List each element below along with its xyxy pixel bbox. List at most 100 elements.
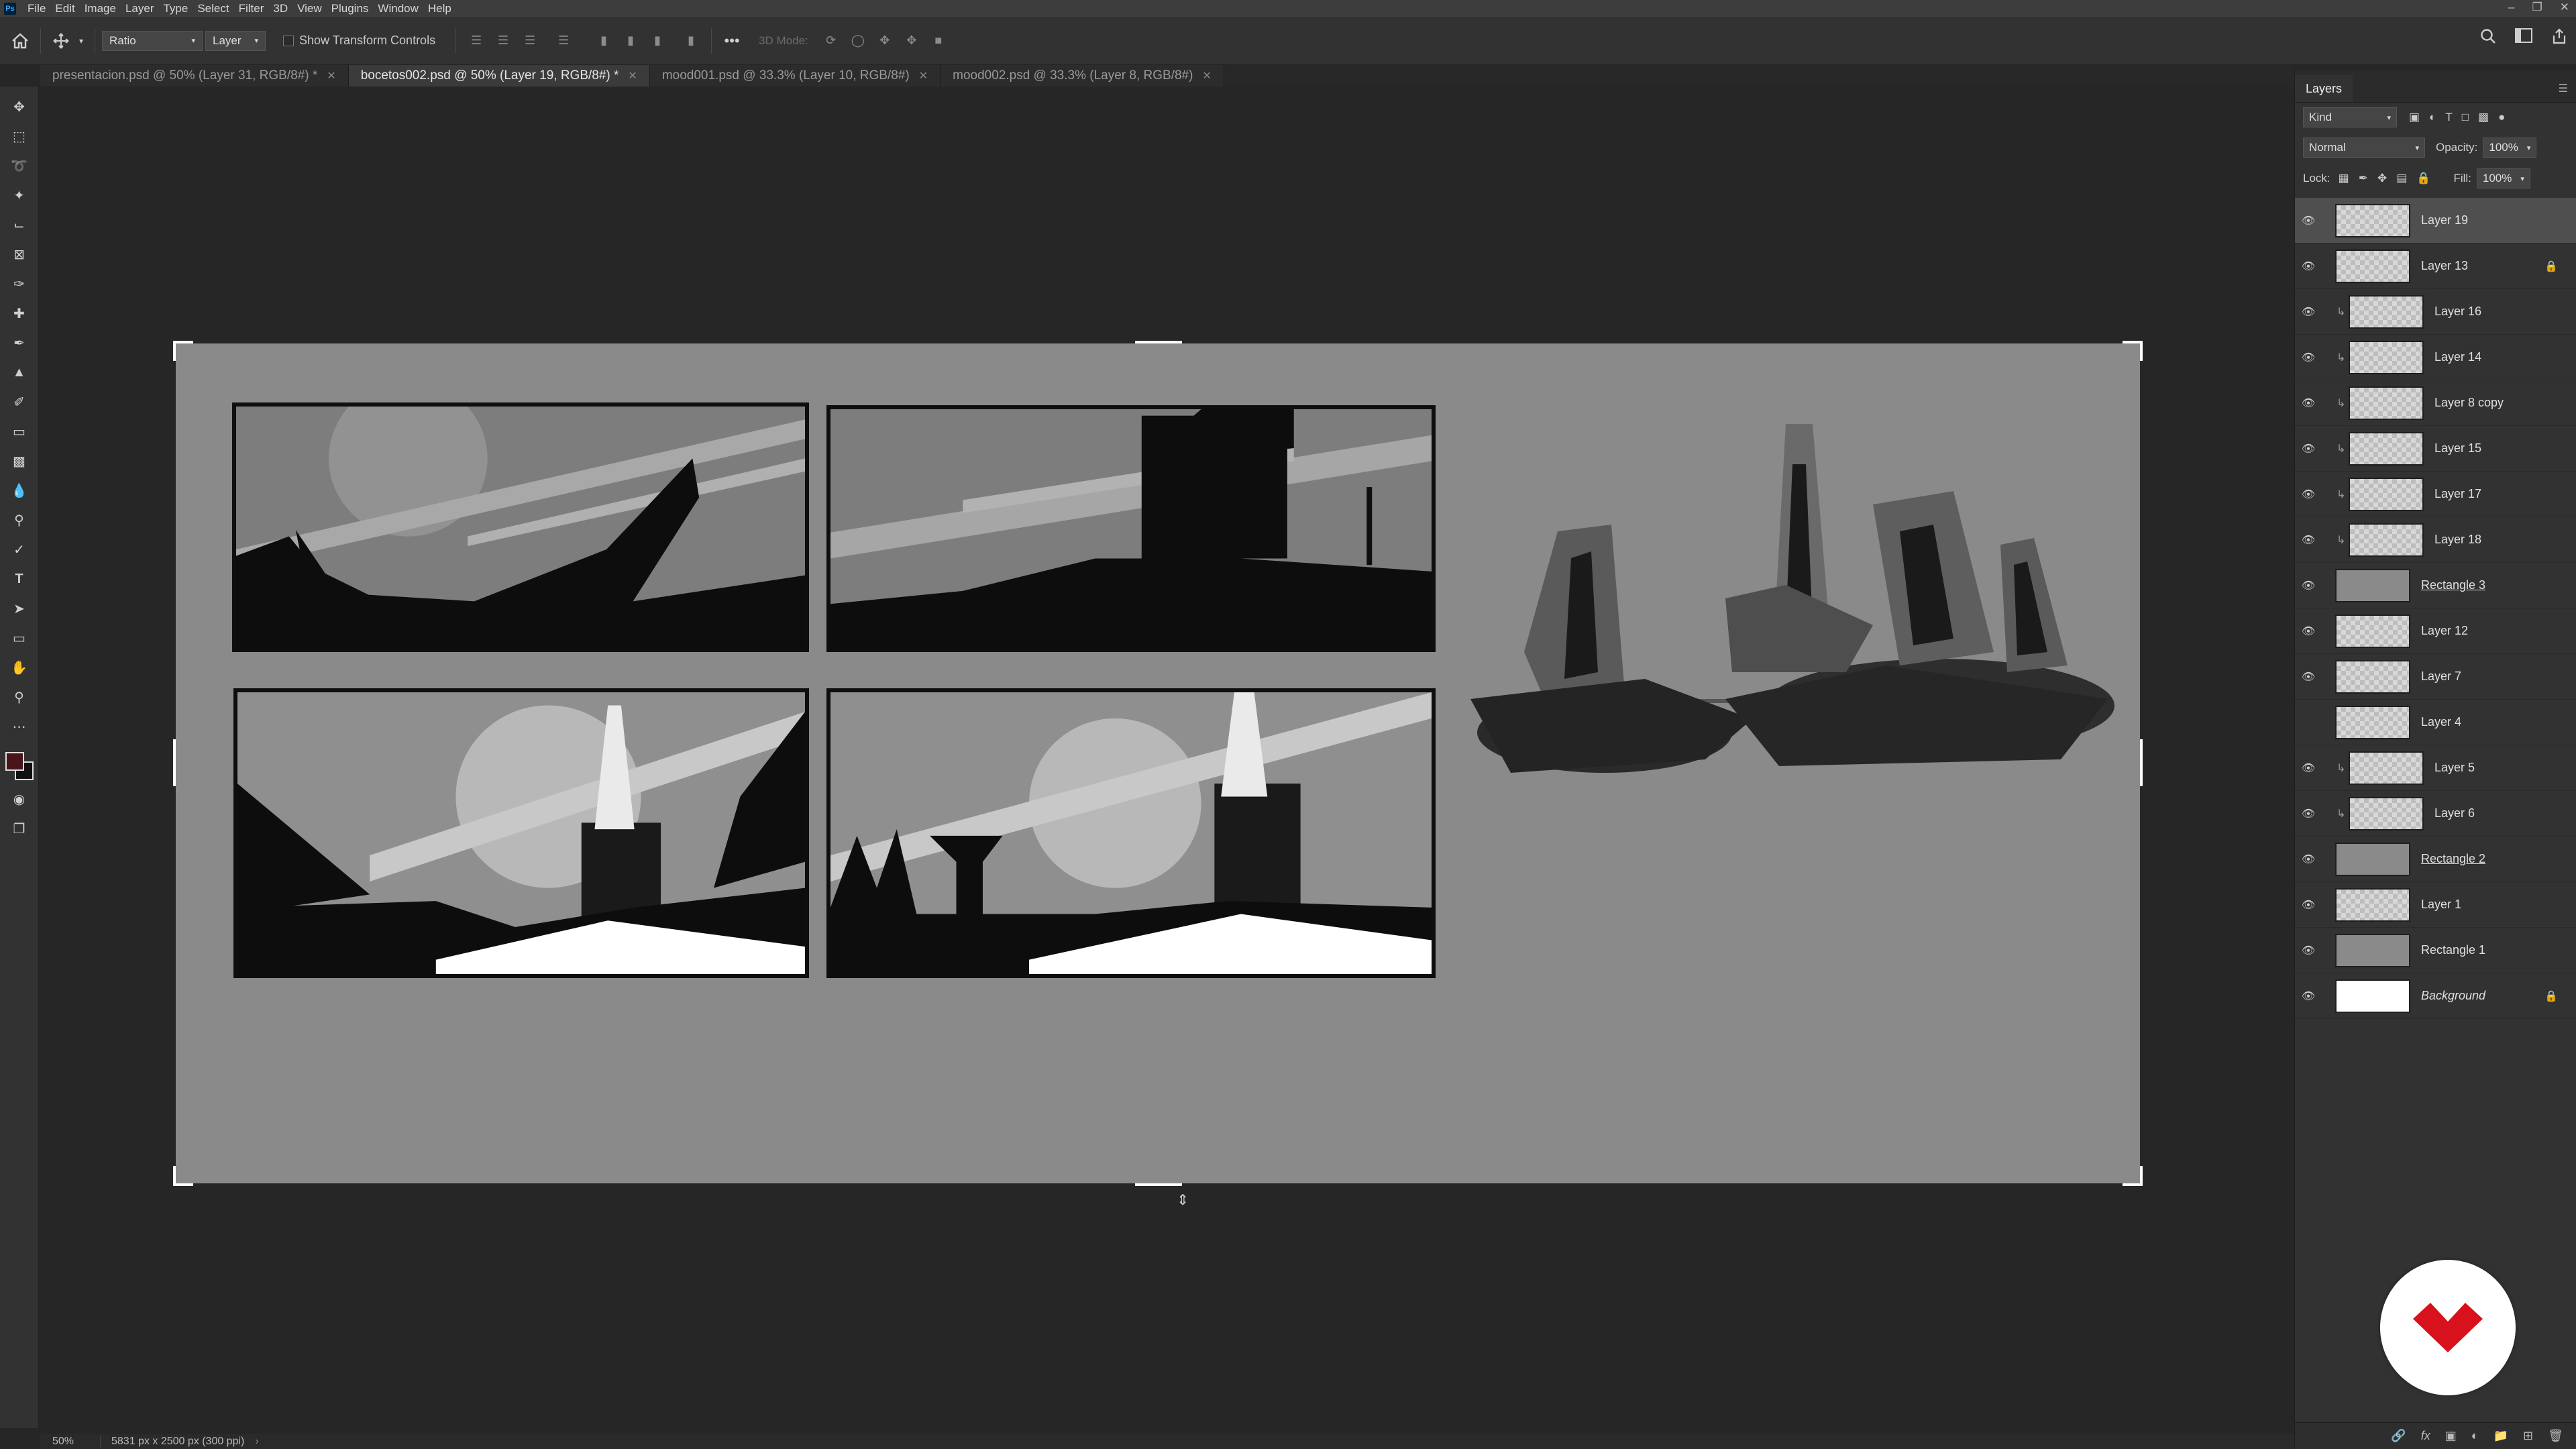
layer-dropdown[interactable]: Layer ▾ — [205, 30, 266, 51]
frame-tool-icon[interactable]: ⊠ — [6, 241, 33, 268]
layers-tab[interactable]: Layers — [2295, 75, 2353, 102]
align-right-icon[interactable]: ☰ — [517, 28, 543, 54]
transform-handle[interactable] — [1135, 341, 1182, 343]
3d-pan-icon[interactable]: ✥ — [871, 28, 898, 54]
menu-filter[interactable]: Filter — [234, 2, 269, 15]
menu-help[interactable]: Help — [423, 2, 456, 15]
lock-paint-icon[interactable]: ✒ — [2359, 172, 2368, 185]
smart-object-filter-icon[interactable]: ▩ — [2478, 111, 2489, 124]
layer-name[interactable]: Layer 15 — [2434, 441, 2481, 455]
layer-name[interactable]: Layer 7 — [2421, 669, 2461, 684]
layer-row[interactable]: 👁 Rectangle 3 — [2295, 563, 2576, 608]
filter-toggle-icon[interactable]: ● — [2498, 111, 2505, 124]
layer-name[interactable]: Rectangle 3 — [2421, 578, 2485, 592]
menu-type[interactable]: Type — [158, 2, 193, 15]
transform-handle[interactable] — [173, 341, 176, 361]
clone-stamp-icon[interactable]: ▲ — [6, 359, 33, 386]
eye-icon[interactable]: 👁 — [2295, 214, 2322, 227]
eye-icon[interactable]: 👁 — [2295, 853, 2322, 866]
menu-3d[interactable]: 3D — [268, 2, 292, 15]
lock-transparent-icon[interactable]: ▦ — [2339, 172, 2349, 185]
eyedropper-icon[interactable]: ✑ — [6, 270, 33, 297]
eye-icon[interactable]: 👁 — [2295, 989, 2322, 1003]
menu-window[interactable]: Window — [373, 2, 423, 15]
auto-select-dropdown[interactable]: Ratio ▾ — [102, 30, 203, 51]
layer-row[interactable]: 👁 ↳ Layer 18 — [2295, 517, 2576, 563]
layer-row[interactable]: 👁 Layer 7 — [2295, 654, 2576, 700]
crop-tool-icon[interactable]: ⌙ — [6, 211, 33, 238]
kind-filter[interactable]: Kind ▾ — [2303, 107, 2397, 127]
layer-name[interactable]: Layer 17 — [2434, 487, 2481, 501]
brush-tool-icon[interactable]: ✒ — [6, 329, 33, 356]
3d-scale-icon[interactable]: ■ — [925, 28, 952, 54]
shape-filter-icon[interactable]: □ — [2462, 111, 2469, 124]
align-top-icon[interactable]: ▮ — [590, 28, 617, 54]
layer-name[interactable]: Layer 4 — [2421, 715, 2461, 729]
quick-mask-icon[interactable]: ◉ — [6, 786, 33, 812]
magic-wand-icon[interactable]: ✦ — [6, 182, 33, 209]
distribute-vertical-icon[interactable]: ▮ — [678, 28, 704, 54]
layer-name[interactable]: Rectangle 1 — [2421, 943, 2485, 957]
transform-handle[interactable] — [1135, 1183, 1182, 1186]
layer-row[interactable]: 👁 Layer 1 — [2295, 882, 2576, 928]
layer-name[interactable]: Layer 6 — [2434, 806, 2475, 820]
foreground-color[interactable] — [5, 752, 24, 771]
transform-handle[interactable] — [173, 739, 176, 786]
eye-icon[interactable]: 👁 — [2295, 442, 2322, 455]
gradient-tool-icon[interactable]: ▩ — [6, 447, 33, 474]
layer-name[interactable]: Layer 1 — [2421, 898, 2461, 912]
panel-menu-icon[interactable]: ☰ — [2559, 82, 2568, 95]
history-brush-icon[interactable]: ✐ — [6, 388, 33, 415]
layer-row[interactable]: 👁 Rectangle 1 — [2295, 928, 2576, 973]
menu-image[interactable]: Image — [80, 2, 121, 15]
align-left-icon[interactable]: ☰ — [463, 28, 490, 54]
adjustment-layer-icon[interactable]: ◐ — [2471, 1429, 2479, 1443]
layer-row[interactable]: Layer 4 — [2295, 700, 2576, 745]
add-mask-icon[interactable]: ▣ — [2445, 1429, 2457, 1443]
distribute-icon[interactable]: ☰ — [550, 28, 577, 54]
layer-row[interactable]: 👁 ↳ Layer 5 — [2295, 745, 2576, 791]
eye-icon[interactable]: 👁 — [2295, 670, 2322, 684]
layer-row[interactable]: 👁 Layer 13 🔒 — [2295, 244, 2576, 289]
document-info[interactable]: 5831 px x 2500 px (300 ppi) — [101, 1436, 244, 1448]
fx-icon[interactable]: fx — [2421, 1429, 2430, 1443]
pen-tool-icon[interactable]: ✓ — [6, 536, 33, 563]
layer-row[interactable]: 👁 ↳ Layer 14 — [2295, 335, 2576, 380]
align-middle-icon[interactable]: ▮ — [617, 28, 644, 54]
layer-name[interactable]: Layer 8 copy — [2434, 396, 2504, 410]
eye-icon[interactable]: 👁 — [2295, 944, 2322, 957]
3d-orbit-icon[interactable]: ⟳ — [818, 28, 845, 54]
layer-name[interactable]: Layer 12 — [2421, 624, 2468, 638]
close-tab-icon[interactable]: ✕ — [327, 69, 335, 83]
screen-mode-icon[interactable]: ❐ — [6, 815, 33, 842]
home-icon[interactable] — [7, 28, 34, 54]
layer-row[interactable]: 👁 Background 🔒 — [2295, 973, 2576, 1019]
eye-icon[interactable]: 👁 — [2295, 807, 2322, 820]
transform-handle[interactable] — [173, 1166, 176, 1186]
layer-name[interactable]: Layer 18 — [2434, 533, 2481, 547]
layer-row[interactable]: 👁 ↳ Layer 15 — [2295, 426, 2576, 472]
eye-icon[interactable]: 👁 — [2295, 488, 2322, 501]
new-group-icon[interactable]: 📁 — [2493, 1429, 2508, 1443]
layer-row[interactable]: 👁 Rectangle 2 — [2295, 837, 2576, 882]
delete-layer-icon[interactable]: 🗑 — [2548, 1429, 2563, 1443]
zoom-level[interactable]: 50% — [40, 1436, 101, 1448]
layer-name[interactable]: Layer 14 — [2434, 350, 2481, 364]
lock-artboard-icon[interactable]: ▤ — [2396, 172, 2407, 185]
close-tab-icon[interactable]: ✕ — [1202, 69, 1211, 83]
menu-plugins[interactable]: Plugins — [327, 2, 374, 15]
layer-name[interactable]: Layer 5 — [2434, 761, 2475, 775]
type-tool-icon[interactable]: T — [6, 566, 33, 592]
align-center-icon[interactable]: ☰ — [490, 28, 517, 54]
search-icon[interactable] — [2479, 28, 2497, 48]
rectangle-tool-icon[interactable]: ▭ — [6, 625, 33, 651]
layer-row[interactable]: 👁 ↳ Layer 16 — [2295, 289, 2576, 335]
close-window-icon[interactable]: ✕ — [2560, 0, 2569, 15]
lasso-tool-icon[interactable]: ➰ — [6, 152, 33, 179]
color-swatches[interactable] — [4, 748, 35, 784]
eye-icon[interactable]: 👁 — [2295, 305, 2322, 319]
menu-view[interactable]: View — [292, 2, 327, 15]
hand-tool-icon[interactable]: ✋ — [6, 654, 33, 681]
layer-row[interactable]: 👁 ↳ Layer 17 — [2295, 472, 2576, 517]
menu-select[interactable]: Select — [193, 2, 233, 15]
